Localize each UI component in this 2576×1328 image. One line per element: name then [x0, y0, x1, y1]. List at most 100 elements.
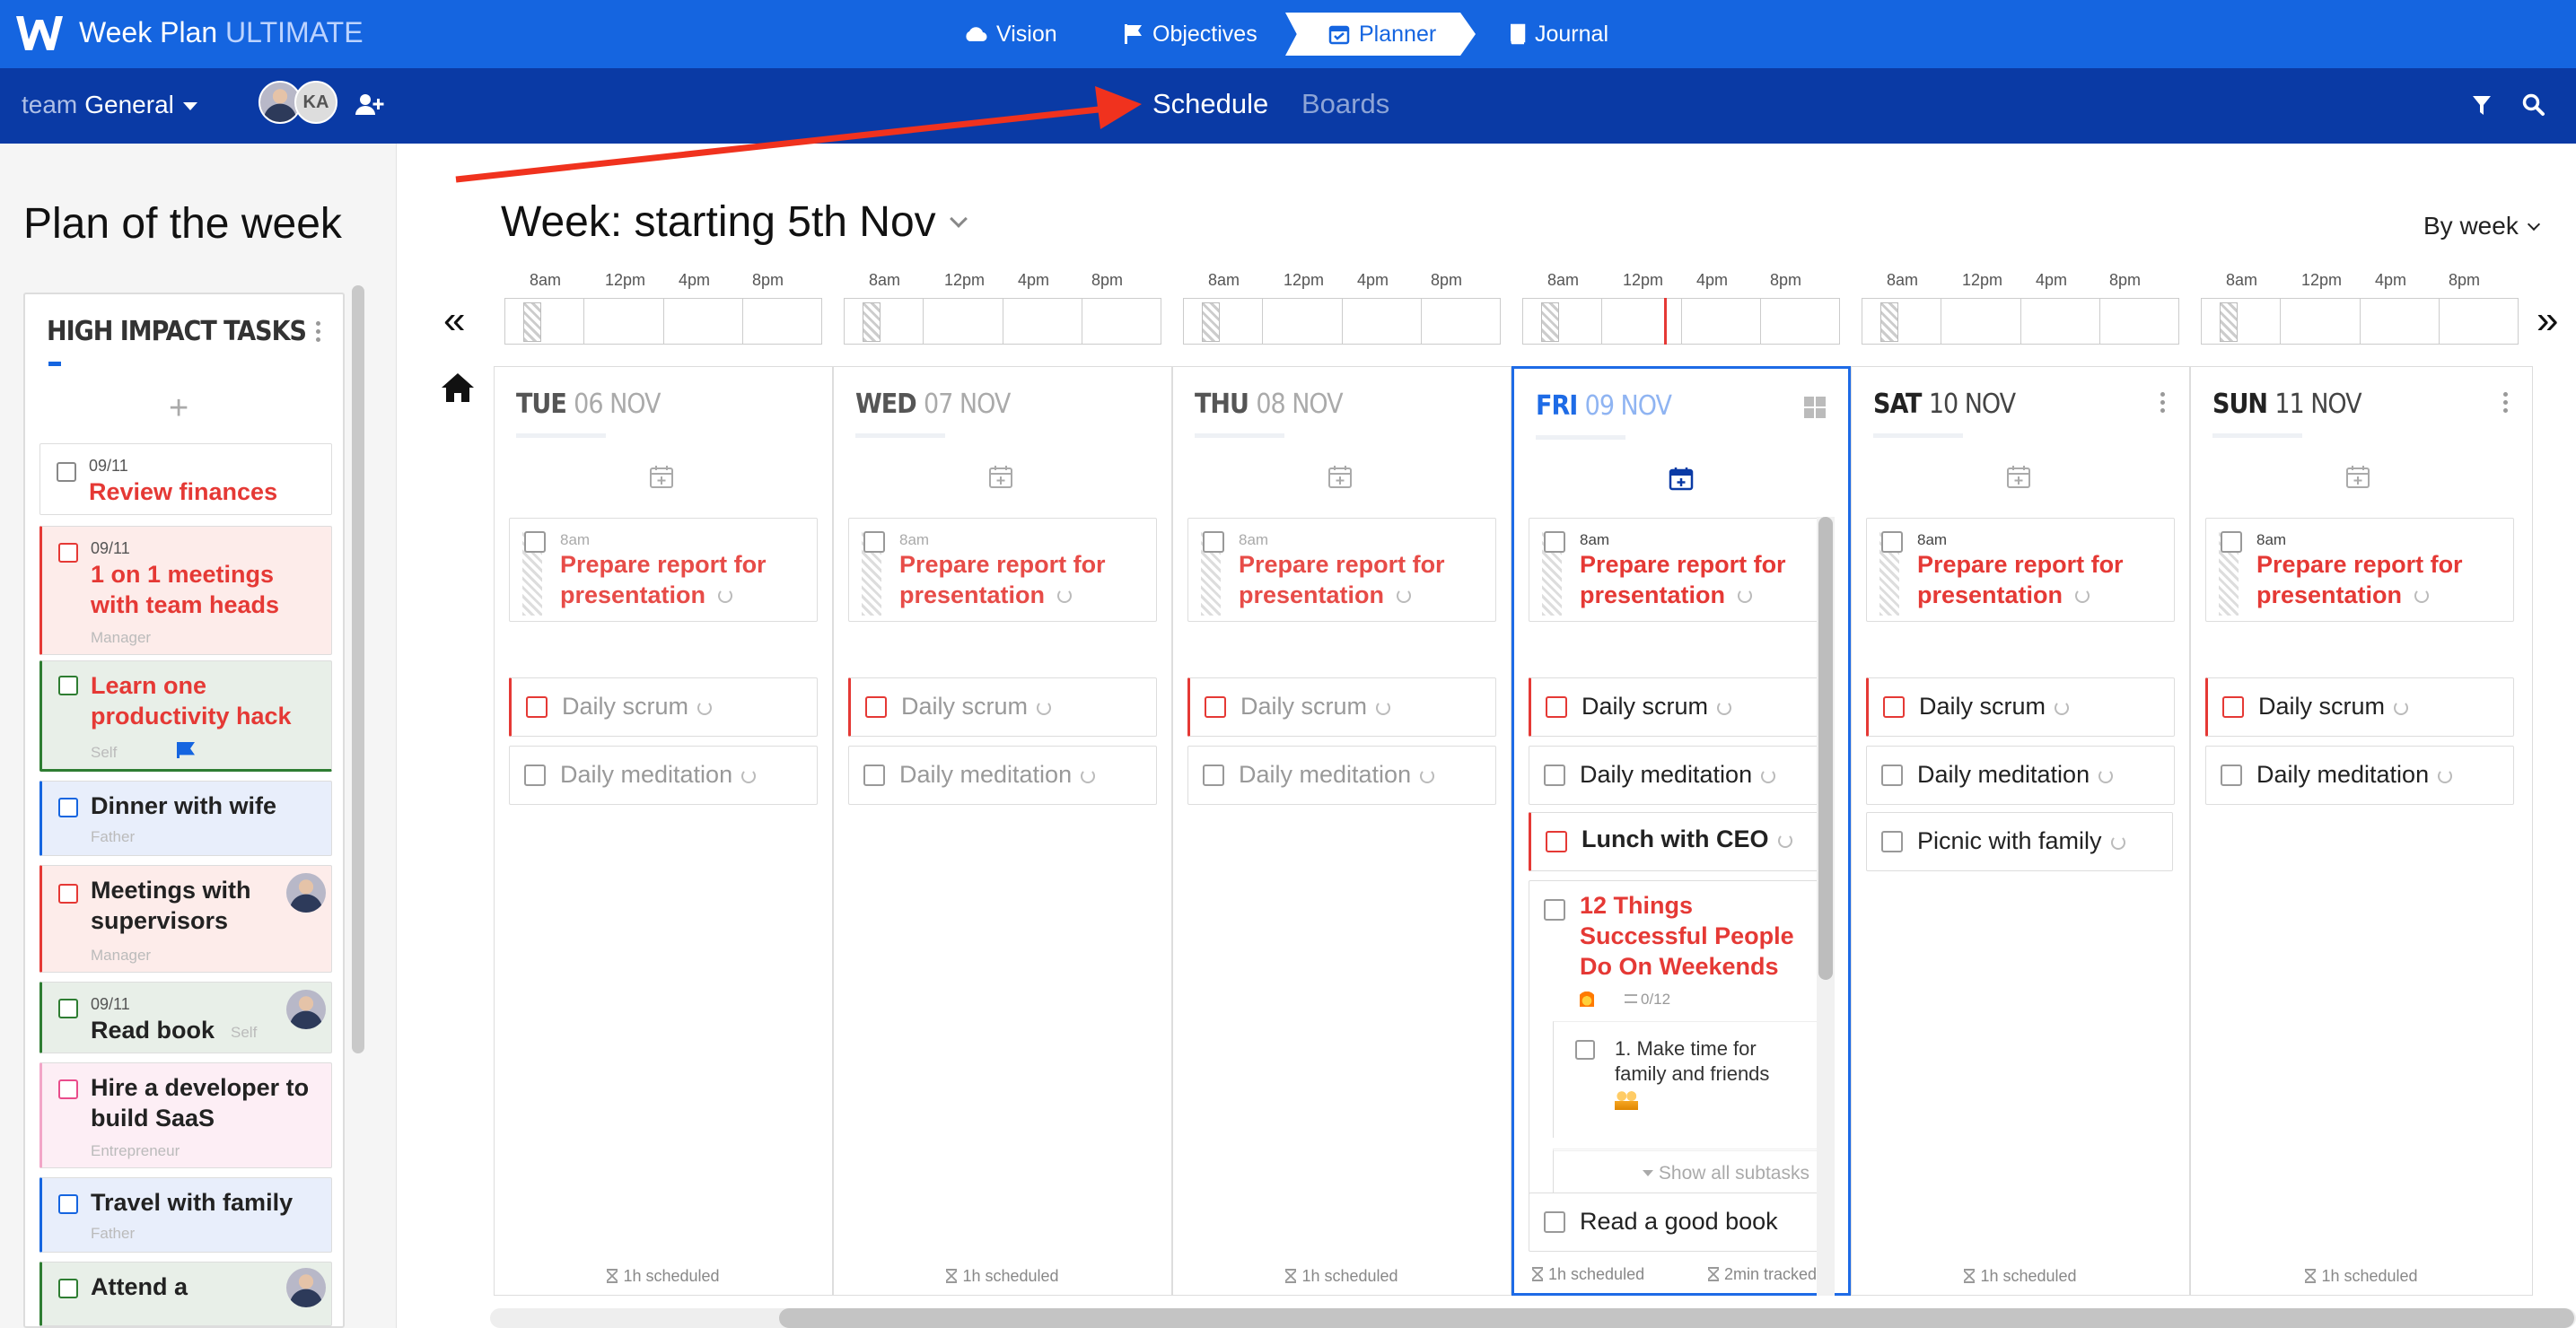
home-icon[interactable] [440, 371, 476, 404]
day-menu-icon[interactable] [2160, 392, 2166, 416]
task-checkbox[interactable] [58, 676, 78, 695]
subtask-checkbox[interactable] [1575, 1040, 1595, 1060]
task-checkbox[interactable] [1544, 899, 1565, 921]
task-card[interactable]: Daily scrum [848, 677, 1157, 737]
horizontal-scrollbar[interactable] [490, 1308, 2576, 1328]
nav-vision[interactable]: Vision [964, 13, 1057, 56]
task-checkbox[interactable] [865, 696, 887, 718]
task-card[interactable]: Daily scrum [2205, 677, 2514, 737]
week-title[interactable]: Week: starting 5th Nov [501, 197, 968, 247]
task-card[interactable]: Lunch with CEO [1529, 812, 1821, 871]
task-checkbox[interactable] [1203, 531, 1224, 553]
task-card[interactable]: 8am Prepare report for presentation [848, 518, 1157, 622]
tab-schedule[interactable]: Schedule [1152, 88, 1268, 120]
task-checkbox[interactable] [1881, 764, 1903, 786]
task-card[interactable]: 8am Prepare report for presentation [1529, 518, 1821, 622]
board-view-icon[interactable] [1803, 396, 1827, 419]
calendar-plus-icon[interactable] [2345, 464, 2370, 489]
show-all-subtasks-link[interactable]: Show all subtasks [1553, 1149, 1822, 1197]
task-checkbox[interactable] [524, 531, 546, 553]
task-card[interactable]: 8am Prepare report for presentation [2205, 518, 2514, 622]
day-scrollbar[interactable] [1818, 517, 1833, 980]
task-checkbox[interactable] [1546, 831, 1567, 852]
day-menu-icon[interactable] [2503, 392, 2509, 416]
list-item[interactable]: Dinner with wife Father [39, 781, 332, 856]
task-card[interactable]: Daily scrum [1866, 677, 2175, 737]
calendar-plus-icon[interactable] [2006, 464, 2031, 489]
task-card[interactable]: Daily meditation [2205, 746, 2514, 805]
task-card[interactable]: 8am Prepare report for presentation [509, 518, 818, 622]
list-item[interactable]: 09/11 Review finances [39, 443, 332, 515]
task-card[interactable]: Daily meditation [848, 746, 1157, 805]
task-checkbox[interactable] [1544, 764, 1565, 786]
list-item[interactable]: Meetings with supervisors Manager [39, 865, 332, 973]
add-task-button[interactable]: + [169, 389, 188, 428]
filter-icon[interactable] [2472, 95, 2492, 117]
task-card[interactable]: Daily meditation [509, 746, 818, 805]
calendar-plus-icon[interactable] [649, 464, 674, 489]
day-timeline[interactable]: 8am 12pm 4pm 8pm [1183, 266, 1501, 346]
day-timeline[interactable]: 8am 12pm 4pm 8pm [1862, 266, 2179, 346]
team-selector[interactable]: team General [22, 91, 197, 119]
panel-menu-icon[interactable] [316, 321, 321, 345]
task-checkbox[interactable] [863, 531, 885, 553]
task-card[interactable]: Daily meditation [1529, 746, 1821, 805]
assignee-avatar[interactable] [286, 990, 326, 1029]
task-card[interactable]: Read a good book [1529, 1193, 1821, 1252]
add-member-icon[interactable] [355, 93, 384, 115]
list-item[interactable]: Travel with family Father [39, 1177, 332, 1253]
task-checkbox[interactable] [2221, 764, 2242, 786]
list-item[interactable]: 09/11 1 on 1 meetings with team heads Ma… [39, 526, 332, 655]
horizontal-scroll-thumb[interactable] [779, 1308, 2574, 1328]
day-timeline[interactable]: 8am 12pm 4pm 8pm [2201, 266, 2519, 346]
task-checkbox[interactable] [1881, 531, 1903, 553]
calendar-plus-icon[interactable] [1327, 464, 1353, 489]
task-checkbox[interactable] [1546, 696, 1567, 718]
task-checkbox[interactable] [58, 1194, 78, 1214]
task-checkbox[interactable] [1881, 831, 1903, 852]
subtask-item[interactable]: 1. Make time for family and friends [1553, 1021, 1822, 1138]
task-card[interactable]: Daily scrum [509, 677, 818, 737]
task-checkbox[interactable] [58, 798, 78, 817]
task-checkbox[interactable] [58, 1079, 78, 1099]
calendar-plus-icon[interactable] [1669, 466, 1694, 491]
tab-boards[interactable]: Boards [1301, 88, 1389, 120]
nav-journal[interactable]: Journal [1508, 13, 1608, 56]
task-checkbox[interactable] [58, 999, 78, 1018]
task-checkbox[interactable] [58, 1279, 78, 1298]
assignee-avatar[interactable] [286, 873, 326, 913]
prev-week-button[interactable]: « [443, 298, 465, 343]
task-checkbox[interactable] [863, 764, 885, 786]
task-checkbox[interactable] [2222, 696, 2244, 718]
day-timeline[interactable]: 8am 12pm 4pm 8pm [1522, 266, 1840, 346]
week-plan-logo[interactable] [14, 13, 65, 54]
day-timeline[interactable]: 8am 12pm 4pm 8pm [504, 266, 822, 346]
task-checkbox[interactable] [1203, 764, 1224, 786]
task-card[interactable]: Daily meditation [1187, 746, 1496, 805]
task-checkbox[interactable] [1544, 1211, 1565, 1233]
sidebar-scrollbar[interactable] [352, 285, 364, 1053]
task-card[interactable]: 8am Prepare report for presentation [1187, 518, 1496, 622]
next-week-button[interactable]: » [2537, 298, 2558, 343]
task-card[interactable]: 8am Prepare report for presentation [1866, 518, 2175, 622]
task-checkbox[interactable] [1205, 696, 1226, 718]
task-checkbox[interactable] [1544, 531, 1565, 553]
member-avatar-ka[interactable]: KA [294, 81, 337, 124]
task-checkbox[interactable] [526, 696, 548, 718]
list-item[interactable]: Learn one productivity hack Self [39, 660, 332, 772]
task-checkbox[interactable] [524, 764, 546, 786]
task-card[interactable]: Daily meditation [1866, 746, 2175, 805]
view-mode-dropdown[interactable]: By week [2423, 212, 2540, 240]
task-checkbox[interactable] [2221, 531, 2242, 553]
day-timeline[interactable]: 8am 12pm 4pm 8pm [844, 266, 1161, 346]
search-icon[interactable] [2522, 93, 2545, 117]
assignee-avatar[interactable] [286, 1268, 326, 1307]
nav-planner[interactable]: Planner [1328, 13, 1436, 56]
list-item[interactable]: 09/11 Read book Self [39, 982, 332, 1053]
task-card[interactable]: Daily scrum [1187, 677, 1496, 737]
list-item[interactable]: Hire a developer to build SaaS Entrepren… [39, 1062, 332, 1168]
task-checkbox[interactable] [58, 543, 78, 563]
task-checkbox[interactable] [58, 884, 78, 904]
task-checkbox[interactable] [57, 462, 76, 482]
task-card[interactable]: Daily scrum [1529, 677, 1821, 737]
